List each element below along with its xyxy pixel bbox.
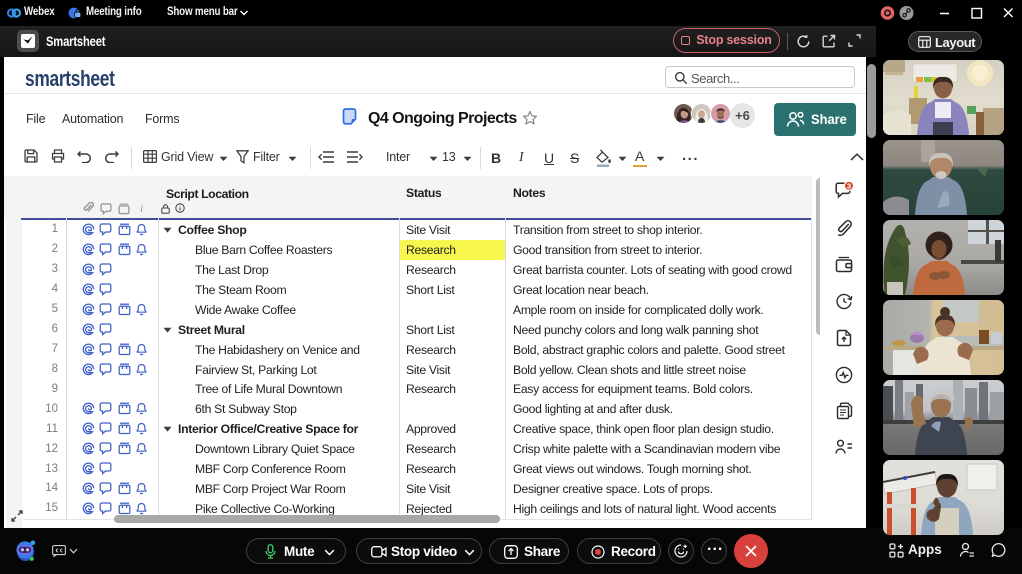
- svg-text:3: 3: [847, 182, 851, 191]
